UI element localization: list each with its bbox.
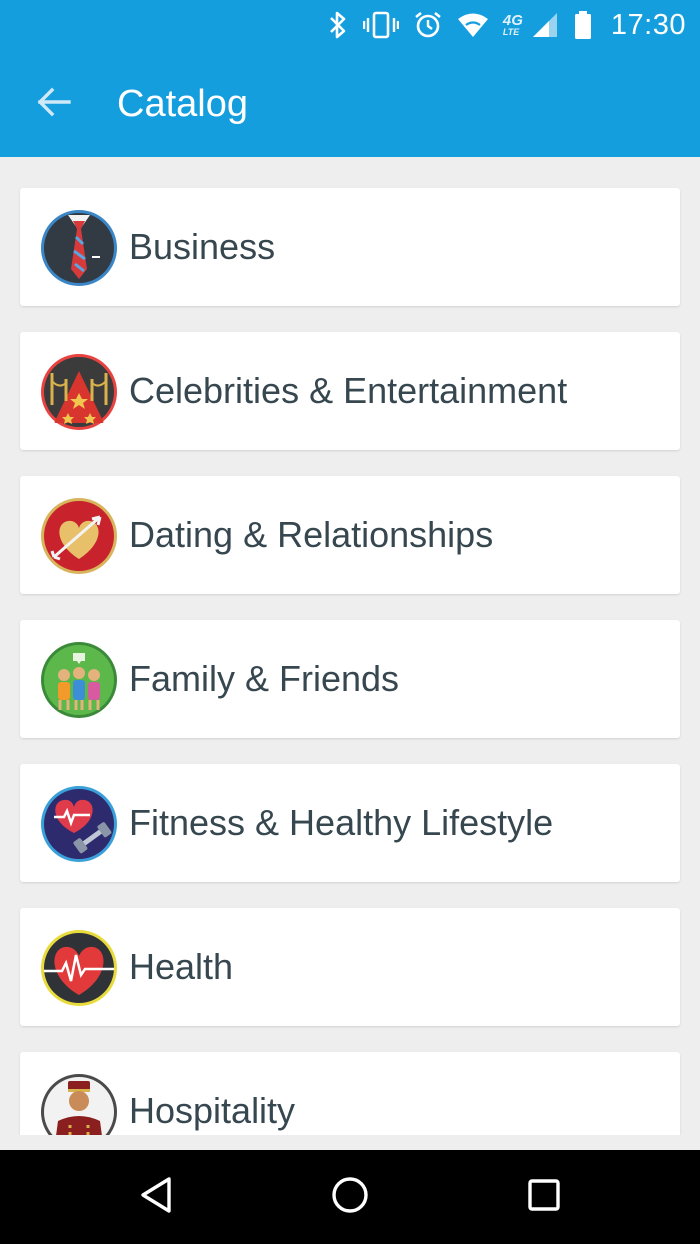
app-bar: Catalog [0, 50, 700, 157]
catalog-list[interactable]: Business Celebrities & Entertainment Dat… [0, 157, 700, 1135]
list-item-hospitality[interactable]: Hospitality [20, 1052, 680, 1135]
list-item-label: Health [129, 946, 234, 987]
network-type: 4G [502, 12, 523, 29]
list-item-label: Fitness & Healthy Lifestyle [129, 802, 554, 843]
bluetooth-icon [327, 10, 349, 40]
bellhop-icon [40, 1073, 118, 1135]
triangle-back-icon [139, 1176, 173, 1219]
list-item-dating-relationships[interactable]: Dating & Relationships [20, 476, 680, 594]
list-item-health[interactable]: Health [20, 908, 680, 1026]
list-item-celebrities-entertainment[interactable]: Celebrities & Entertainment [20, 332, 680, 450]
network-subtype: LTE [502, 27, 520, 37]
clock: 17:30 [610, 8, 686, 41]
list-item-business[interactable]: Business [20, 188, 680, 306]
heart-arrow-icon [40, 497, 118, 575]
arrow-back-icon [37, 87, 71, 122]
circle-home-icon [330, 1175, 370, 1220]
list-item-label: Family & Friends [129, 658, 400, 699]
alarm-icon [413, 10, 443, 40]
signal-icon [531, 11, 559, 39]
nav-recents-button[interactable] [520, 1173, 568, 1221]
system-nav-bar [0, 1150, 700, 1244]
nav-back-button[interactable] [132, 1173, 180, 1221]
list-item-label: Hospitality [129, 1090, 296, 1131]
list-item-label: Celebrities & Entertainment [129, 370, 568, 411]
family-group-icon [40, 641, 118, 719]
page-title: Catalog [117, 83, 248, 125]
list-item-family-friends[interactable]: Family & Friends [20, 620, 680, 738]
back-button[interactable] [30, 80, 78, 128]
list-item-label: Business [129, 226, 276, 267]
vibrate-icon [362, 10, 399, 40]
square-recents-icon [526, 1177, 562, 1218]
status-bar: 4G LTE 17:30 [0, 0, 700, 50]
list-item-label: Dating & Relationships [129, 514, 494, 555]
business-suit-icon [40, 209, 118, 287]
heart-dumbbell-icon [40, 785, 118, 863]
heartbeat-icon [40, 929, 118, 1007]
list-item-fitness-healthy-lifestyle[interactable]: Fitness & Healthy Lifestyle [20, 764, 680, 882]
battery-icon [573, 10, 593, 40]
red-carpet-icon [40, 353, 118, 431]
wifi-icon [457, 11, 489, 39]
nav-home-button[interactable] [326, 1173, 374, 1221]
